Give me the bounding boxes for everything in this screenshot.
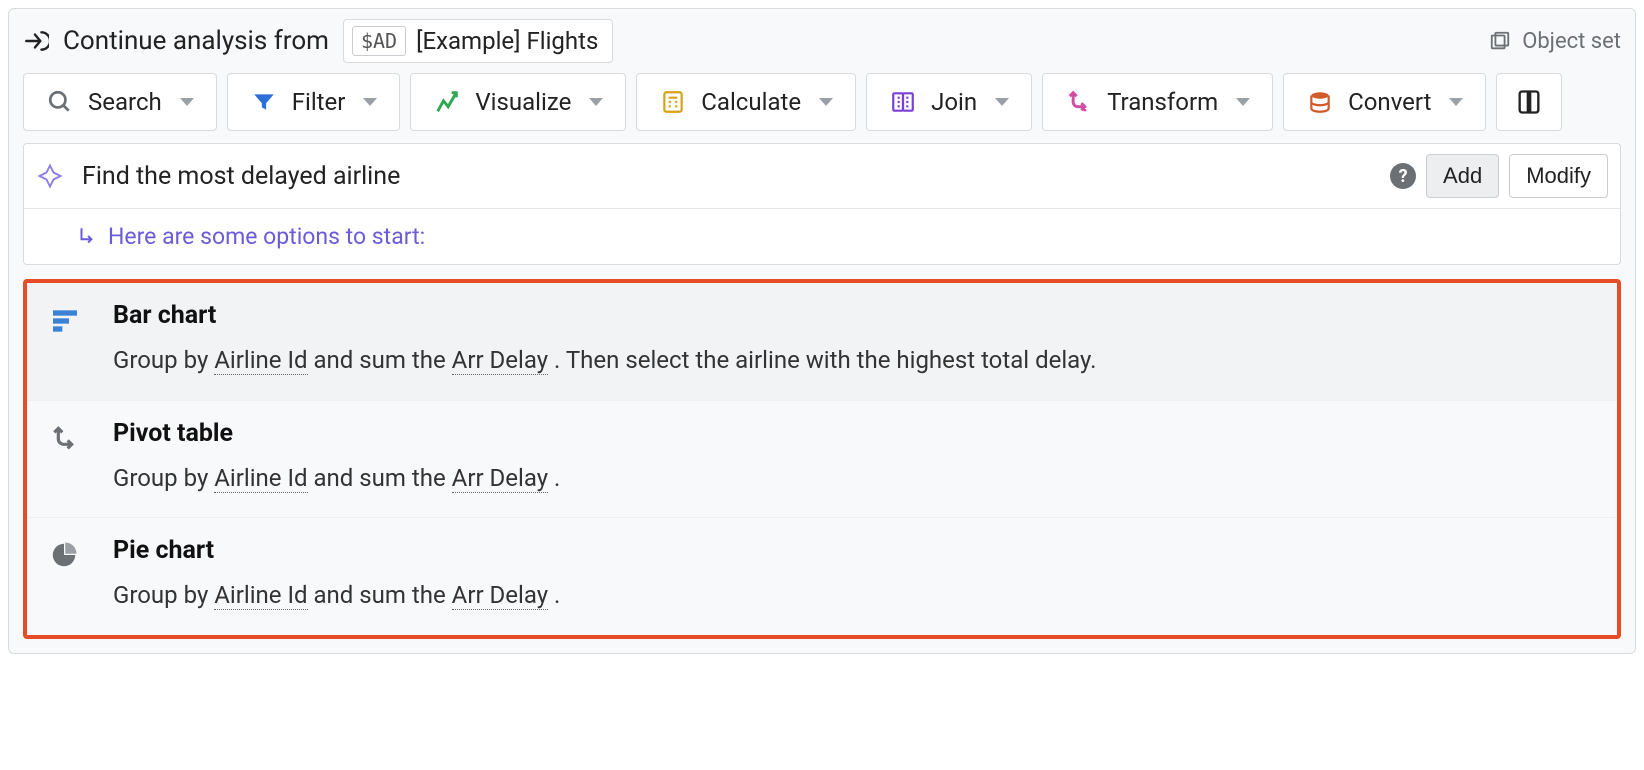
field-ref: Arr Delay [452, 581, 548, 610]
convert-icon [1306, 88, 1334, 116]
suggestion-desc: Group by Airline Id and sum the Arr Dela… [113, 579, 1597, 613]
toolbar: Search Filter Visualize Calculate [23, 73, 1621, 131]
desc-text: . [548, 464, 560, 492]
suggestion-body: Pivot table Group by Airline Id and sum … [113, 419, 1597, 496]
calculate-button[interactable]: Calculate [636, 73, 856, 131]
desc-text: . Then select the airline with the highe… [548, 346, 1096, 374]
docs-button[interactable] [1496, 73, 1562, 131]
add-button[interactable]: Add [1426, 154, 1499, 198]
modify-button[interactable]: Modify [1509, 154, 1608, 198]
analysis-panel: Continue analysis from $AD [Example] Fli… [8, 8, 1636, 654]
suggestion-body: Pie chart Group by Airline Id and sum th… [113, 536, 1597, 613]
visualize-icon [433, 88, 461, 116]
header-left: Continue analysis from $AD [Example] Fli… [23, 19, 613, 63]
sparkle-icon [36, 162, 64, 190]
chevron-down-icon [180, 98, 194, 106]
field-ref: Airline Id [214, 464, 307, 493]
search-button-label: Search [88, 88, 162, 116]
suggestion-pivot-table[interactable]: Pivot table Group by Airline Id and sum … [27, 401, 1617, 519]
pie-chart-icon [49, 536, 89, 613]
filter-button-label: Filter [292, 88, 346, 116]
suggestion-bar-chart[interactable]: Bar chart Group by Airline Id and sum th… [27, 283, 1617, 401]
field-ref: Arr Delay [452, 464, 548, 493]
suggestion-pie-chart[interactable]: Pie chart Group by Airline Id and sum th… [27, 518, 1617, 635]
field-ref: Arr Delay [452, 346, 548, 375]
bar-chart-icon [49, 301, 89, 378]
corner-arrow-icon [78, 226, 96, 248]
visualize-button-label: Visualize [475, 88, 571, 116]
filter-button[interactable]: Filter [227, 73, 401, 131]
header-row: Continue analysis from $AD [Example] Fli… [23, 19, 1621, 63]
transform-icon [1065, 88, 1093, 116]
source-badge: $AD [352, 26, 406, 56]
desc-text: Group by [113, 464, 214, 492]
query-hint: Here are some options to start: [24, 208, 1620, 264]
suggestion-desc: Group by Airline Id and sum the Arr Dela… [113, 462, 1597, 496]
help-icon[interactable]: ? [1390, 163, 1416, 189]
desc-text: Group by [113, 581, 214, 609]
desc-text: . [548, 581, 560, 609]
source-chip-label: [Example] Flights [416, 27, 598, 55]
chevron-down-icon [363, 98, 377, 106]
chevron-down-icon [995, 98, 1009, 106]
query-top-row: ? Add Modify [24, 144, 1620, 208]
enter-arrow-icon [23, 28, 49, 54]
transform-button-label: Transform [1107, 88, 1218, 116]
suggestion-desc: Group by Airline Id and sum the Arr Dela… [113, 344, 1597, 378]
suggestion-body: Bar chart Group by Airline Id and sum th… [113, 301, 1597, 378]
query-actions: ? Add Modify [1390, 154, 1608, 198]
query-hint-text: Here are some options to start: [108, 223, 425, 250]
desc-text: Group by [113, 346, 214, 374]
chevron-down-icon [819, 98, 833, 106]
pivot-icon [49, 419, 89, 496]
calculate-button-label: Calculate [701, 88, 801, 116]
chevron-down-icon [1236, 98, 1250, 106]
search-button[interactable]: Search [23, 73, 217, 131]
join-button[interactable]: Join [866, 73, 1032, 131]
field-ref: Airline Id [214, 581, 307, 610]
convert-button-label: Convert [1348, 88, 1431, 116]
query-input[interactable] [82, 162, 1372, 191]
chevron-down-icon [1449, 98, 1463, 106]
visualize-button[interactable]: Visualize [410, 73, 626, 131]
object-set-icon [1486, 27, 1514, 55]
transform-button[interactable]: Transform [1042, 73, 1273, 131]
header-prefix: Continue analysis from [63, 26, 329, 56]
object-set-link[interactable]: Object set [1486, 27, 1621, 55]
source-chip[interactable]: $AD [Example] Flights [343, 19, 613, 63]
desc-text: and sum the [308, 581, 452, 609]
suggestion-title: Bar chart [113, 301, 1597, 330]
chevron-down-icon [589, 98, 603, 106]
object-set-label: Object set [1522, 29, 1621, 54]
suggestions-list: Bar chart Group by Airline Id and sum th… [23, 279, 1621, 639]
suggestion-title: Pivot table [113, 419, 1597, 448]
query-input-wrap [36, 162, 1372, 191]
join-icon [889, 88, 917, 116]
convert-button[interactable]: Convert [1283, 73, 1486, 131]
field-ref: Airline Id [214, 346, 307, 375]
desc-text: and sum the [308, 346, 452, 374]
book-icon [1515, 88, 1543, 116]
suggestion-title: Pie chart [113, 536, 1597, 565]
calculate-icon [659, 88, 687, 116]
join-button-label: Join [931, 88, 977, 116]
desc-text: and sum the [308, 464, 452, 492]
query-box: ? Add Modify Here are some options to st… [23, 143, 1621, 265]
search-icon [46, 88, 74, 116]
filter-icon [250, 88, 278, 116]
